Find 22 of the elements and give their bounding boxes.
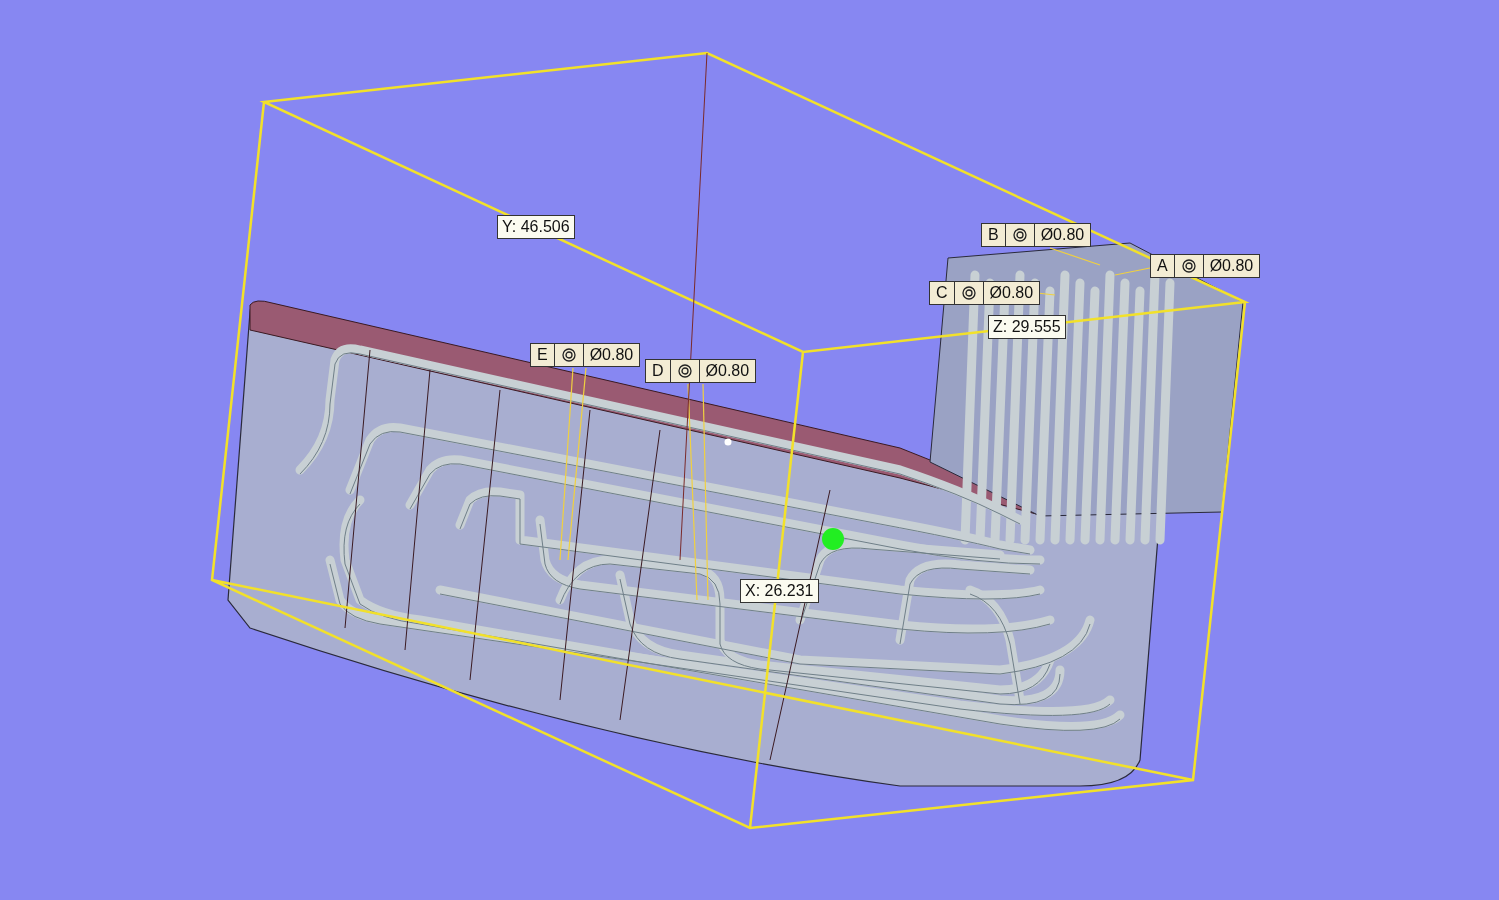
concentricity-icon [1181,259,1196,273]
dimension-label: Z: 29.555 [988,315,1066,339]
tolerance-value: Ø0.80 [1202,255,1260,277]
concentricity-icon [561,348,576,362]
concentricity-icon [961,286,976,300]
datum-letter: A [1156,256,1169,276]
tolerance-value: Ø0.80 [698,360,756,382]
datum-letter: D [651,361,665,381]
leader-line [1114,267,1151,276]
leader-line [1049,247,1101,266]
point-marker [822,528,844,550]
dimension-label: Y: 46.506 [497,215,575,239]
point-marker [724,438,732,446]
tolerance-value: Ø0.80 [582,344,640,366]
datum-letter: E [536,345,549,365]
concentricity-icon [1012,228,1027,242]
tolerance-value: Ø0.80 [1033,224,1091,246]
concentricity-icon [677,364,692,378]
datum-letter: B [987,225,1000,245]
dimension-label: X: 26.231 [740,579,819,603]
datum-letter: C [935,283,949,303]
tolerance-value: Ø0.80 [982,282,1040,304]
